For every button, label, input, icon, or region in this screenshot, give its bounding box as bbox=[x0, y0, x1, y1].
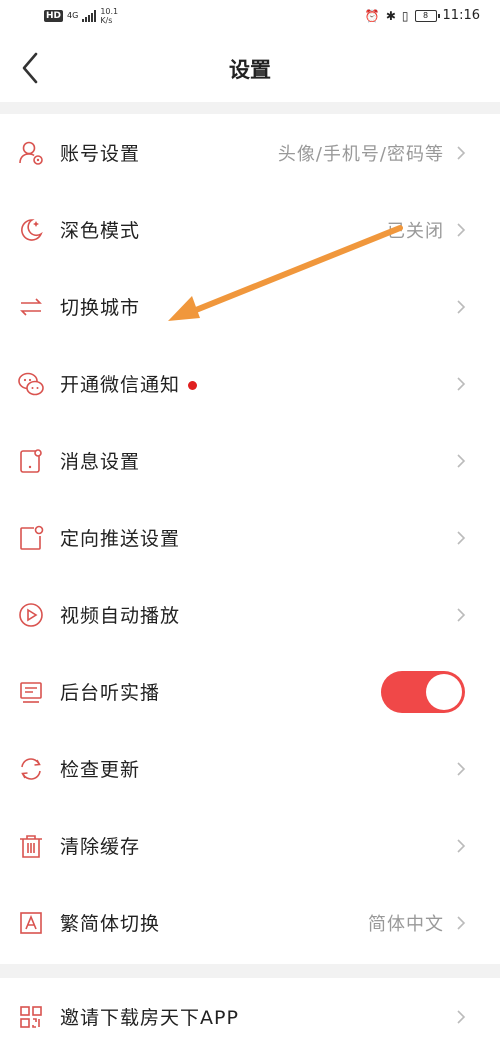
speed-unit: K/s bbox=[100, 16, 113, 25]
setting-label: 开通微信通知 bbox=[60, 370, 198, 397]
chevron-right-icon bbox=[457, 376, 466, 391]
red-dot-badge bbox=[188, 381, 198, 390]
wechat-icon bbox=[18, 372, 44, 395]
invite-card: 邀请下载房天下APP bbox=[0, 978, 500, 1059]
chevron-right-icon bbox=[457, 453, 466, 468]
setting-value: 已关闭 bbox=[387, 220, 444, 242]
radio-icon bbox=[20, 681, 42, 703]
nav-bar: 设置 bbox=[0, 34, 500, 102]
setting-row-account[interactable]: 账号设置 头像/手机号/密码等 bbox=[0, 114, 500, 191]
bluetooth-icon: ✱ bbox=[385, 8, 396, 23]
setting-row-push[interactable]: 定向推送设置 bbox=[0, 499, 500, 576]
setting-label: 账号设置 bbox=[60, 143, 141, 165]
chevron-right-icon bbox=[457, 607, 466, 622]
moon-icon bbox=[21, 218, 43, 241]
chevron-right-icon bbox=[457, 761, 466, 776]
setting-label: 邀请下载房天下APP bbox=[60, 1007, 239, 1029]
setting-label: 视频自动播放 bbox=[60, 605, 181, 627]
switch-arrows-icon bbox=[20, 297, 42, 316]
setting-row-video[interactable]: 视频自动播放 bbox=[0, 576, 500, 653]
setting-row-wechat[interactable]: 开通微信通知 bbox=[0, 345, 500, 422]
setting-row-city[interactable]: 切换城市 bbox=[0, 268, 500, 345]
setting-row-message[interactable]: 消息设置 bbox=[0, 422, 500, 499]
page-title: 设置 bbox=[229, 58, 271, 82]
setting-label: 深色模式 bbox=[60, 220, 141, 242]
chevron-right-icon bbox=[457, 530, 466, 545]
user-settings-icon bbox=[19, 141, 43, 165]
setting-label: 切换城市 bbox=[60, 297, 141, 319]
battery-icon: 8 bbox=[414, 9, 440, 22]
setting-label-text: 开通微信通知 bbox=[60, 374, 181, 396]
play-icon bbox=[19, 602, 43, 627]
chevron-right-icon bbox=[457, 145, 466, 160]
hd-badge: HD bbox=[44, 10, 64, 22]
toggle-knob bbox=[426, 673, 462, 710]
network-speed: 10.1 K/s bbox=[100, 7, 118, 25]
setting-label: 清除缓存 bbox=[60, 836, 141, 858]
message-icon bbox=[20, 448, 42, 473]
qr-code-icon bbox=[20, 1005, 42, 1028]
setting-row-language[interactable]: 繁简体切换 简体中文 bbox=[0, 884, 500, 961]
chevron-right-icon bbox=[457, 915, 466, 930]
setting-label: 繁简体切换 bbox=[60, 913, 161, 935]
setting-label: 后台听实播 bbox=[60, 682, 161, 704]
setting-row-dark-mode[interactable]: 深色模式 已关闭 bbox=[0, 191, 500, 268]
status-right: ⏰ ✱ ▯ 8 11:16 bbox=[365, 8, 480, 23]
settings-list: 账号设置 头像/手机号/密码等 深色模式 已关闭 切换城市 开通微信通知 消息设… bbox=[0, 114, 500, 964]
setting-label: 消息设置 bbox=[60, 451, 141, 473]
chevron-right-icon bbox=[457, 1009, 466, 1024]
font-a-icon bbox=[20, 911, 42, 934]
setting-row-invite[interactable]: 邀请下载房天下APP bbox=[0, 978, 500, 1055]
setting-row-clear-cache[interactable]: 清除缓存 bbox=[0, 807, 500, 884]
network-type: 4G bbox=[67, 11, 79, 20]
setting-label: 定向推送设置 bbox=[60, 528, 181, 550]
status-bar: HD 4G 10.1 K/s ⏰ ✱ ▯ 8 11:16 bbox=[0, 0, 500, 34]
chevron-right-icon bbox=[457, 222, 466, 237]
chevron-right-icon bbox=[457, 838, 466, 853]
status-left: HD 4G 10.1 K/s bbox=[44, 7, 118, 25]
setting-label: 检查更新 bbox=[60, 759, 141, 781]
alarm-icon: ⏰ bbox=[364, 8, 380, 23]
setting-value: 头像/手机号/密码等 bbox=[277, 143, 444, 165]
background-audio-toggle[interactable] bbox=[381, 670, 465, 713]
clock: 11:16 bbox=[442, 8, 480, 23]
speed-value: 10.1 bbox=[100, 7, 119, 16]
refresh-icon bbox=[21, 757, 41, 780]
chevron-right-icon bbox=[457, 299, 466, 314]
vibrate-icon: ▯ bbox=[401, 8, 409, 23]
battery-level: 8 bbox=[422, 10, 429, 20]
trash-icon bbox=[20, 834, 42, 858]
push-icon bbox=[20, 525, 44, 550]
setting-row-background-audio: 后台听实播 bbox=[0, 653, 500, 730]
signal-icon bbox=[82, 10, 97, 22]
setting-value: 简体中文 bbox=[368, 913, 444, 935]
setting-row-update[interactable]: 检查更新 bbox=[0, 730, 500, 807]
